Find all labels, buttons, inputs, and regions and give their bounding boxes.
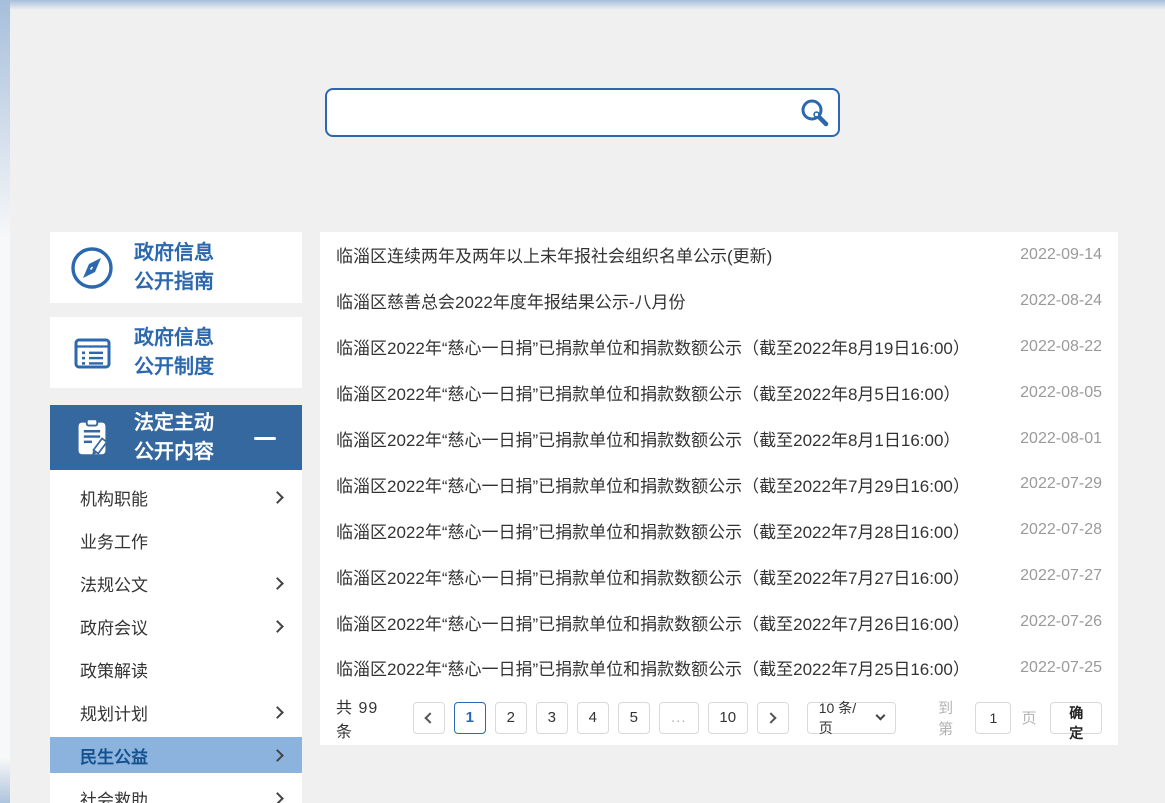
search-button[interactable]	[792, 90, 838, 135]
chevron-right-icon	[271, 792, 284, 803]
chevron-down-icon	[876, 711, 886, 721]
list-item[interactable]: 临淄区2022年“慈心一日捐”已捐款单位和捐款数额公示（截至2022年7月27日…	[320, 553, 1118, 599]
goto-prefix-label: 到第	[938, 697, 965, 739]
submenu-item-business[interactable]: 业务工作	[50, 519, 302, 562]
sidebar-item-label: 法定主动 公开内容	[134, 409, 214, 467]
sidebar-item-label: 政府信息 公开指南	[134, 239, 214, 297]
document-icon	[68, 329, 116, 377]
prev-page-button[interactable]	[413, 702, 445, 734]
submenu-item-regulations[interactable]: 法规公文	[50, 562, 302, 605]
submenu-item-social-assistance[interactable]: 社会救助	[50, 777, 302, 803]
sidebar-item-label: 政府信息 公开制度	[134, 324, 214, 382]
left-border-strip	[0, 240, 10, 758]
goto-suffix-label: 页	[1021, 707, 1036, 728]
search-input[interactable]	[327, 90, 792, 135]
total-count-label: 共 99 条	[336, 694, 399, 742]
chevron-right-icon	[271, 577, 284, 590]
submenu-item-public-welfare[interactable]: 民生公益	[50, 737, 302, 773]
announcement-list-panel: 临淄区连续两年及两年以上未年报社会组织名单公示(更新) 2022-09-14 临…	[320, 232, 1118, 745]
chevron-left-icon	[425, 712, 436, 723]
next-page-button[interactable]	[757, 702, 789, 734]
page-button-5[interactable]: 5	[618, 702, 650, 734]
list-item[interactable]: 临淄区2022年“慈心一日捐”已捐款单位和捐款数额公示（截至2022年7月25日…	[320, 645, 1118, 691]
list-item[interactable]: 临淄区连续两年及两年以上未年报社会组织名单公示(更新) 2022-09-14	[320, 232, 1118, 278]
left-bottom-gradient	[0, 758, 10, 803]
chevron-right-icon	[271, 491, 284, 504]
page-button-10[interactable]: 10	[708, 702, 748, 734]
sidebar-submenu: 机构职能 业务工作 法规公文 政府会议 政策解读 规划计划 民生公益 社会救助	[50, 470, 302, 803]
confirm-button[interactable]: 确定	[1050, 702, 1102, 734]
list-item[interactable]: 临淄区慈善总会2022年度年报结果公示-八月份 2022-08-24	[320, 278, 1118, 324]
list-item[interactable]: 临淄区2022年“慈心一日捐”已捐款单位和捐款数额公示（截至2022年8月5日1…	[320, 370, 1118, 416]
page-button-4[interactable]: 4	[577, 702, 609, 734]
collapse-minus-icon[interactable]	[254, 437, 276, 440]
list-item[interactable]: 临淄区2022年“慈心一日捐”已捐款单位和捐款数额公示（截至2022年7月26日…	[320, 599, 1118, 645]
list-item[interactable]: 临淄区2022年“慈心一日捐”已捐款单位和捐款数额公示（截至2022年7月28日…	[320, 507, 1118, 553]
page-button-3[interactable]: 3	[536, 702, 568, 734]
search-icon	[799, 97, 831, 129]
list-item[interactable]: 临淄区2022年“慈心一日捐”已捐款单位和捐款数额公示（截至2022年8月19日…	[320, 324, 1118, 370]
chevron-right-icon	[271, 620, 284, 633]
goto-page-group: 到第 页 确定	[938, 697, 1102, 739]
page-size-select[interactable]: 10 条/页	[807, 702, 896, 734]
list-item[interactable]: 临淄区2022年“慈心一日捐”已捐款单位和捐款数额公示（截至2022年8月1日1…	[320, 416, 1118, 462]
page-button-1[interactable]: 1	[454, 702, 486, 734]
page-ellipsis-button[interactable]: ...	[659, 702, 699, 734]
left-gradient-border	[0, 0, 10, 240]
top-gradient-border	[0, 0, 1165, 10]
submenu-item-planning[interactable]: 规划计划	[50, 691, 302, 734]
submenu-item-policy-interpretation[interactable]: 政策解读	[50, 648, 302, 691]
sidebar-item-guide[interactable]: 政府信息 公开指南	[50, 232, 302, 303]
chevron-right-icon	[271, 749, 284, 762]
chevron-right-icon	[766, 712, 777, 723]
chevron-right-icon	[271, 706, 284, 719]
pagination-bar: 共 99 条 1 2 3 4 5 ... 10 10 条/页 到第 页 确定	[320, 691, 1118, 745]
clipboard-pencil-icon	[68, 414, 116, 462]
sidebar-item-system[interactable]: 政府信息 公开制度	[50, 317, 302, 388]
submenu-item-meetings[interactable]: 政府会议	[50, 605, 302, 648]
compass-icon	[68, 244, 116, 292]
search-bar	[325, 88, 840, 137]
goto-page-input[interactable]	[975, 702, 1011, 734]
submenu-item-organization[interactable]: 机构职能	[50, 476, 302, 519]
page-button-2[interactable]: 2	[495, 702, 527, 734]
list-item[interactable]: 临淄区2022年“慈心一日捐”已捐款单位和捐款数额公示（截至2022年7月29日…	[320, 461, 1118, 507]
sidebar-item-statutory-disclosure[interactable]: 法定主动 公开内容	[50, 405, 302, 470]
